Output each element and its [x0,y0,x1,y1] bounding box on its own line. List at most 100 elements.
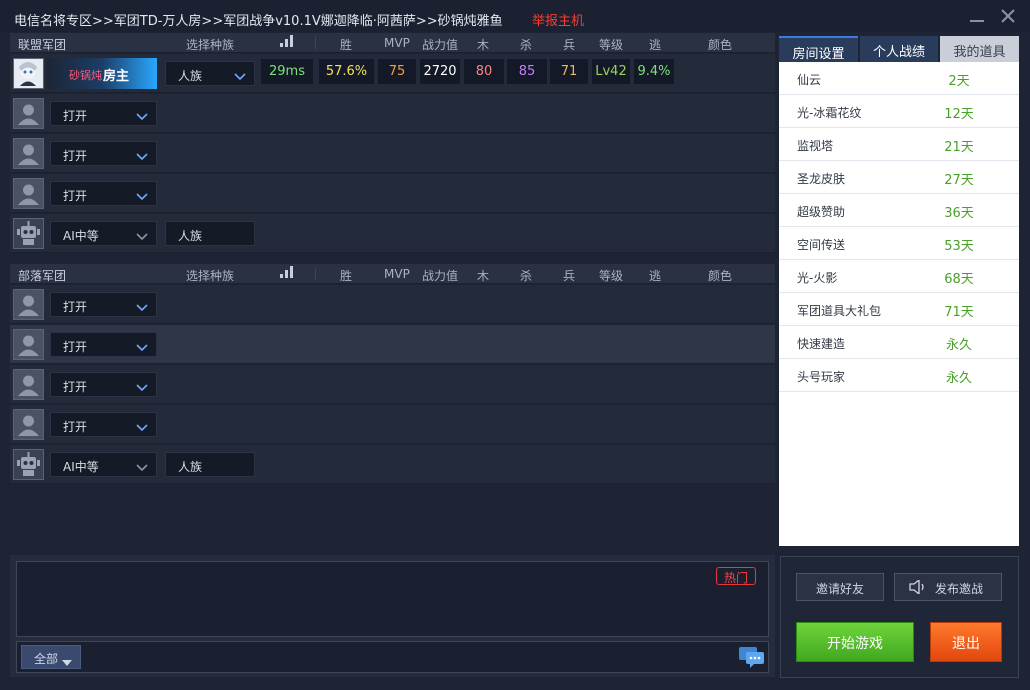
window-title: 电信名将专区>>军团TD-万人房>>军团战争v10.1V娜迦降临·阿茜萨>>砂锅… [14,14,503,29]
host-level: Lv42 [592,59,630,84]
chevron-down-icon [136,190,148,204]
slot-state-select[interactable]: 打开 [50,141,157,166]
publish-challenge-button[interactable]: 发布邀战 [894,573,1002,601]
ai-difficulty-select[interactable]: AI中等 [50,221,157,246]
kill-column-header: 杀 [520,269,533,283]
empty-avatar-icon [13,178,44,209]
item-duration: 27天 [944,173,974,188]
signal-icon [280,35,294,50]
ai-difficulty-select[interactable]: AI中等 [50,452,157,477]
slot-state-value: 打开 [63,149,88,163]
wood-column-header: 木 [477,269,490,283]
host-mvp: 75 [378,59,416,84]
chevron-down-icon [136,341,148,355]
host-role-label: 房主 [103,69,130,84]
slot-state-select[interactable]: 打开 [50,412,157,437]
ai-race-field[interactable]: 人族 [165,452,255,477]
player-row: 打开 [10,405,775,444]
start-game-button[interactable]: 开始游戏 [796,622,914,662]
chevron-down-icon [136,461,148,475]
exit-button[interactable]: 退出 [930,622,1002,662]
item-name: 快速建造 [797,337,846,351]
chevron-down-icon [136,150,148,164]
chat-input[interactable] [16,641,769,673]
empty-avatar-icon [13,138,44,169]
tab-my-items[interactable]: 我的道具 [940,36,1019,62]
empty-avatar-icon [13,369,44,400]
list-item[interactable]: 快速建造 永久 [779,326,1019,359]
item-duration: 71天 [944,305,974,320]
chat-filter-select[interactable]: 全部 [21,645,81,669]
list-item[interactable]: 圣龙皮肤 27天 [779,161,1019,194]
tab-room-settings[interactable]: 房间设置 [779,36,858,62]
close-icon[interactable] [999,7,1017,25]
tab-personal-record[interactable]: 个人战绩 [860,36,938,62]
host-race-select[interactable]: 人族 [165,61,255,86]
slot-state-value: 打开 [63,420,88,434]
chevron-down-icon [234,70,246,84]
ai-player-row: AI中等 人族 [10,214,775,253]
host-wood: 80 [464,59,504,84]
mvp-column-header: MVP [384,36,410,50]
slot-state-select[interactable]: 打开 [50,332,157,357]
list-item[interactable]: 军团道具大礼包 71天 [779,293,1019,326]
list-item[interactable]: 光-冰霜花纹 12天 [779,95,1019,128]
slot-state-select[interactable]: 打开 [50,292,157,317]
slot-state-select[interactable]: 打开 [50,181,157,206]
item-name: 监视塔 [797,139,834,153]
host-power: 2720 [420,59,460,84]
chat-messages[interactable] [16,561,769,637]
list-item[interactable]: 超级赞助 36天 [779,194,1019,227]
host-soldier: 71 [550,59,588,84]
signal-icon [280,266,294,281]
host-kill: 85 [507,59,547,84]
level-column-header: 等级 [599,269,624,283]
items-list: 仙云 2天 光-冰霜花纹 12天 监视塔 21天 圣龙皮肤 27天 超级赞助 36天 空间… [779,62,1019,546]
kill-column-header: 杀 [520,38,533,52]
slot-state-select[interactable]: 打开 [50,372,157,397]
item-name: 圣龙皮肤 [797,172,846,186]
list-item[interactable]: 监视塔 21天 [779,128,1019,161]
item-name: 仙云 [797,73,822,87]
hot-tag-button[interactable]: 热门 [716,567,756,585]
color-column-header: 颜色 [708,38,733,52]
horde-team-name: 部落军团 [18,269,67,283]
chevron-down-icon [136,230,148,244]
host-nickname: 砂锅炖 [69,69,102,82]
player-row-host[interactable]: 砂锅炖 房主 人族 29ms 57.6% 75 2720 80 85 71 Lv… [10,54,775,93]
report-host-link[interactable]: 举报主机 [532,10,584,29]
empty-avatar-icon [13,98,44,129]
slot-state-value: 打开 [63,340,88,354]
player-row: 打开 [10,174,775,213]
item-duration: 12天 [944,107,974,122]
slot-state-select[interactable]: 打开 [50,101,157,126]
minimize-icon[interactable] [968,6,986,26]
horde-header: 部落军团 选择种族 胜 MVP 战力值 木 杀 兵 等级 逃 颜色 [10,264,775,284]
player-row: 打开 [10,285,775,324]
list-item[interactable]: 头号玩家 永久 [779,359,1019,392]
item-duration: 2天 [948,74,970,89]
race-column-header: 选择种族 [186,269,235,283]
invite-friends-button[interactable]: 邀请好友 [796,573,884,601]
alliance-team-name: 联盟军团 [18,38,67,52]
chevron-down-icon [136,301,148,315]
right-panel-tabs: 房间设置 个人战绩 我的道具 [779,32,1019,62]
item-name: 超级赞助 [797,205,846,219]
color-column-header: 颜色 [708,269,733,283]
soldier-column-header: 兵 [563,269,576,283]
item-name: 光-冰霜花纹 [797,106,862,120]
ai-race-field[interactable]: 人族 [165,221,255,246]
alliance-header: 联盟军团 选择种族 胜 MVP 战力值 木 杀 兵 等级 逃 颜色 [10,33,775,53]
empty-avatar-icon [13,329,44,360]
mvp-column-header: MVP [384,267,410,281]
race-column-header: 选择种族 [186,38,235,52]
list-item[interactable]: 仙云 2天 [779,62,1019,95]
escape-column-header: 逃 [649,38,662,52]
robot-icon [13,449,44,480]
list-item[interactable]: 光-火影 68天 [779,260,1019,293]
ai-difficulty-value: AI中等 [63,229,99,243]
item-name: 空间传送 [797,238,846,252]
list-item[interactable]: 空间传送 53天 [779,227,1019,260]
ai-player-row: AI中等 人族 [10,445,775,484]
chat-bubble-icon[interactable] [738,646,766,668]
